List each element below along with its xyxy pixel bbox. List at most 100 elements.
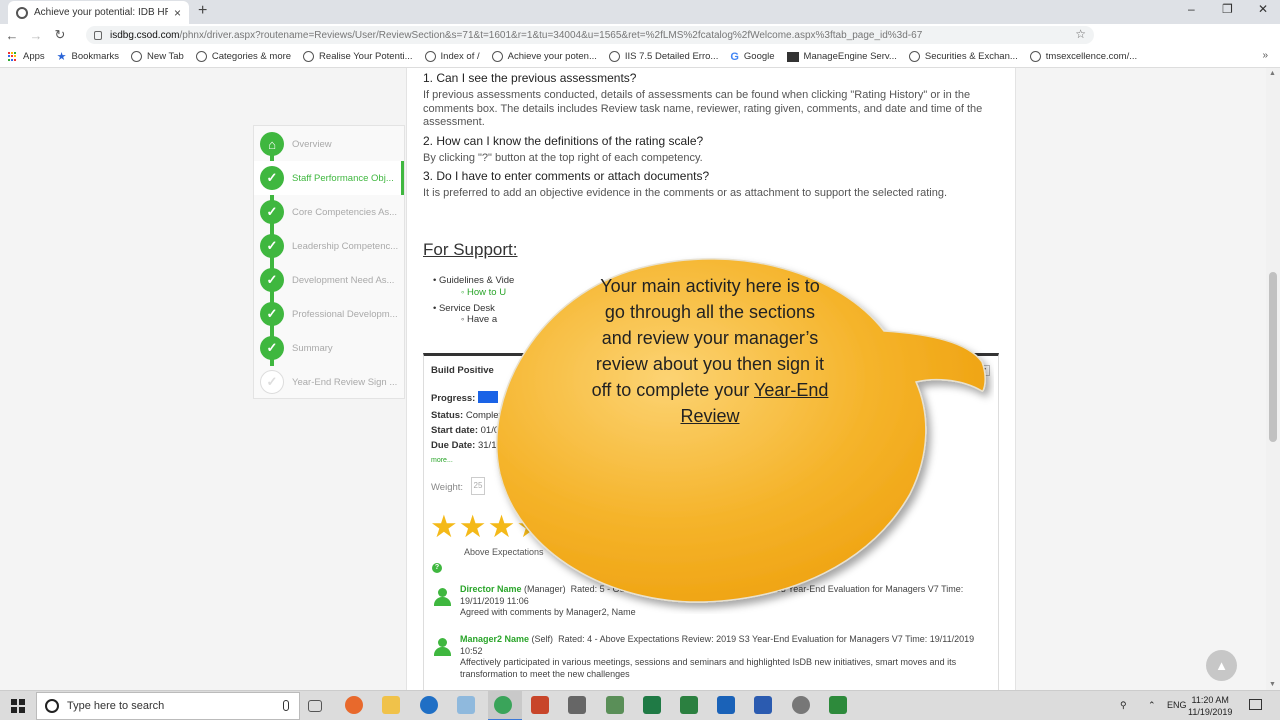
bookmark-item[interactable]: Index of / [424,51,480,62]
browser-tab[interactable]: Achieve your potential: IDB HRM × [8,1,189,24]
more-link[interactable]: more... [431,457,453,464]
commenter-name[interactable]: Manager2 Name [460,634,529,644]
url-input[interactable]: isdbg.csod.com/phnx/driver.aspx?routenam… [86,26,1094,44]
bookmark-item[interactable]: ManageEngine Serv... [786,51,897,62]
tray-chevron-icon[interactable]: ⌃ [1148,700,1156,711]
check-icon: ✓ [260,336,284,360]
step-year-end-sign[interactable]: ✓ Year-End Review Sign ... [254,365,404,399]
url-host: isdbg.csod.com [110,29,180,41]
file-explorer-icon[interactable] [382,696,401,714]
scroll-up-arrow-icon[interactable]: ▲ [1269,70,1276,77]
globe-icon [908,51,920,62]
task-view-icon[interactable] [308,700,322,712]
apps-grid-icon [8,51,18,62]
scrollbar-thumb[interactable] [1269,272,1277,442]
page-scrollbar[interactable]: ▲ ▼ [1266,68,1280,690]
scroll-to-top-button[interactable]: ▲ [1206,650,1237,681]
new-tab-button[interactable]: + [198,2,207,20]
help-icon[interactable]: ? [432,563,442,573]
objective-title: Build Positive [431,365,494,376]
rating-star-icon[interactable]: ★ [459,511,487,542]
bubble-message: Your main activity here is to go through… [591,276,829,426]
server-manager-icon[interactable] [605,696,624,714]
close-window-button[interactable]: ✕ [1258,2,1268,16]
scroll-down-arrow-icon[interactable]: ▼ [1269,681,1276,688]
globe-icon [195,51,207,62]
bookmark-star-icon[interactable]: ☆ [1075,27,1086,41]
bookmarks-bar: Apps ★ Bookmarks New Tab Categories & mor… [0,46,1280,68]
check-icon: ✓ [260,268,284,292]
notifications-icon[interactable] [1249,699,1262,710]
firefox-icon[interactable] [345,696,364,714]
check-icon: ✓ [260,234,284,258]
windows-start-icon[interactable] [11,699,25,713]
page-viewport: ⌂ Overview ✓ Staff Performance Obj... ✓ … [0,68,1280,690]
review-steps-sidebar: ⌂ Overview ✓ Staff Performance Obj... ✓ … [253,125,405,399]
bookmark-item[interactable]: G Google [730,51,774,63]
outlook-icon[interactable] [717,696,736,714]
rating-star-icon[interactable]: ★ [430,511,458,542]
weight-input[interactable]: 25 [471,477,485,495]
bookmarks-overflow-icon[interactable]: » [1262,50,1268,61]
bookmark-item[interactable]: IIS 7.5 Detailed Erro... [608,51,718,62]
taskbar-clock[interactable]: 11:20 AM 11/19/2019 [1188,694,1232,718]
globe-icon [16,6,28,19]
commenter-role: (Self) [531,634,554,644]
bookmark-item[interactable]: Achieve your poten... [491,51,597,62]
step-leadership-competencies[interactable]: ✓ Leadership Competenc... [254,229,404,263]
step-development-need[interactable]: ✓ Development Need As... [254,263,404,297]
tools-icon[interactable] [568,696,587,714]
star-icon: ★ [56,51,67,63]
check-icon: ✓ [260,166,284,190]
chrome-icon[interactable] [494,696,512,714]
bookmark-item[interactable]: Categories & more [195,51,291,62]
excel-icon[interactable] [642,696,661,714]
powerpoint-icon[interactable] [531,696,550,714]
step-overview[interactable]: ⌂ Overview [254,127,404,161]
notepad-icon[interactable] [456,696,475,714]
bookmark-item[interactable]: tmsexcellence.com/... [1029,51,1137,62]
user-avatar-icon [432,636,452,656]
minimize-button[interactable]: – [1188,2,1195,16]
reload-icon[interactable]: ↻ [48,27,72,43]
maximize-button[interactable]: ❐ [1222,2,1233,16]
bookmark-item[interactable]: Securities & Exchan... [908,51,1018,62]
language-indicator[interactable]: ENG [1167,700,1187,710]
step-core-competencies[interactable]: ✓ Core Competencies As... [254,195,404,229]
tab-title: Achieve your potential: IDB HRM [34,7,168,18]
check-icon: ✓ [260,370,284,394]
satellite-icon[interactable] [791,696,810,714]
bookmark-apps[interactable]: Apps [8,51,45,62]
step-professional-development[interactable]: ✓ Professional Developm... [254,297,404,331]
check-icon: ✓ [260,302,284,326]
faq-question: 2. How can I know the definitions of the… [423,134,704,148]
microphone-icon[interactable] [283,700,289,711]
tab-close-icon[interactable]: × [174,6,181,20]
support-list-item: • Service Desk [433,303,495,314]
project-icon[interactable] [680,696,698,714]
step-summary[interactable]: ✓ Summary [254,331,404,365]
comment-body: Affectively participated in various meet… [460,657,957,680]
camtasia-icon[interactable] [828,696,847,714]
globe-icon [131,51,143,62]
people-icon[interactable]: ⚲ [1120,700,1127,711]
faq-question: 1. Can I see the previous assessments? [423,71,637,85]
google-icon: G [730,50,739,63]
bookmark-item[interactable]: Realise Your Potenti... [303,51,413,62]
globe-icon [424,51,436,62]
check-icon: ✓ [260,200,284,224]
faq-answer: It is preferred to add an objective evid… [423,187,948,199]
forward-arrow-icon[interactable]: → [24,28,48,43]
globe-icon [608,51,620,62]
url-path: /phnx/driver.aspx?routename=Reviews/User… [179,29,923,41]
bookmark-bookmarks[interactable]: ★ Bookmarks [57,50,119,63]
word-icon[interactable] [754,696,773,714]
bookmark-item[interactable]: New Tab [131,51,184,62]
edge-icon[interactable] [419,696,438,714]
back-arrow-icon[interactable]: ← [0,28,24,43]
windows-taskbar: Type here to search ⚲ ⌃ ENG 11:20 AM 11/… [0,690,1280,720]
taskbar-search-input[interactable]: Type here to search [36,692,300,720]
cortana-icon [45,699,59,713]
address-bar-row: ← → ↻ isdbg.csod.com/phnx/driver.aspx?ro… [0,24,1280,64]
step-staff-performance[interactable]: ✓ Staff Performance Obj... [254,161,404,195]
